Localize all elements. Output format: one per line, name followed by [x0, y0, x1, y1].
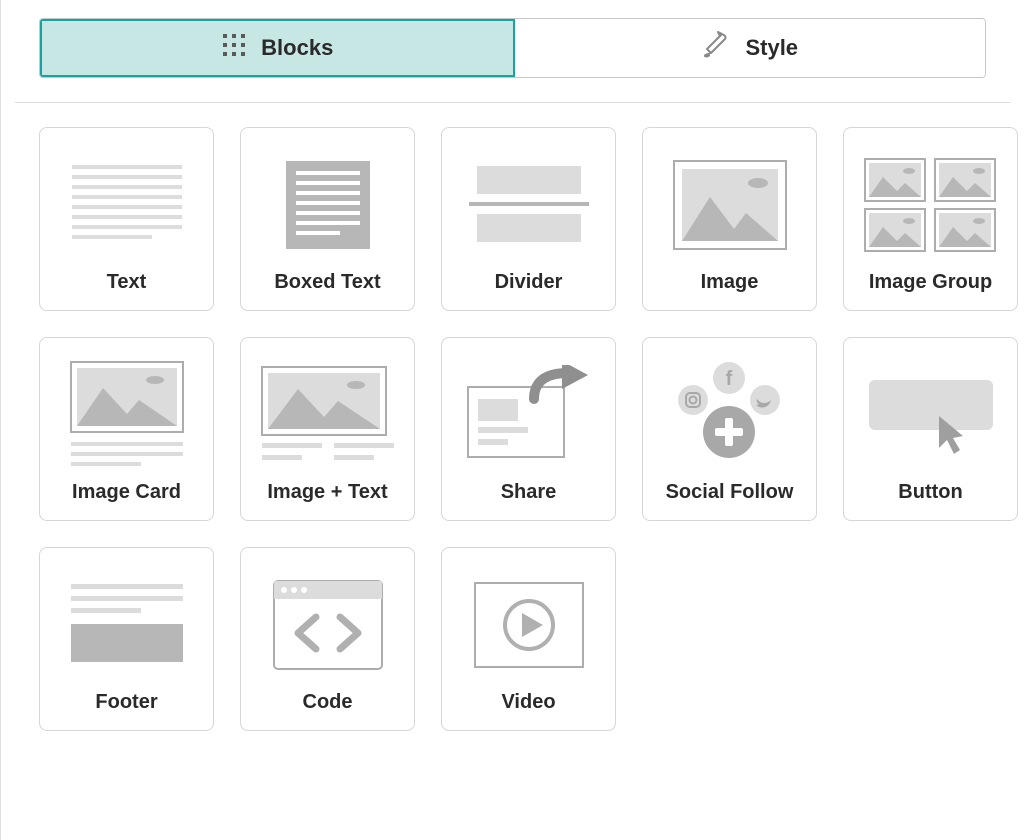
grid-dots-icon: [221, 32, 247, 64]
block-label: Image Group: [869, 265, 992, 310]
block-label: Divider: [495, 265, 563, 310]
blocks-panel: Blocks Style: [0, 0, 1024, 840]
block-text[interactable]: Text: [39, 127, 214, 311]
block-video[interactable]: Video: [441, 547, 616, 731]
block-code[interactable]: Code: [240, 547, 415, 731]
tab-blocks[interactable]: Blocks: [40, 19, 515, 77]
block-label: Social Follow: [666, 475, 794, 520]
svg-text:f: f: [725, 368, 732, 390]
tab-style[interactable]: Style: [515, 19, 986, 77]
tab-label: Style: [745, 35, 798, 61]
block-label: Code: [303, 685, 353, 730]
block-image-card[interactable]: Image Card: [39, 337, 214, 521]
block-footer[interactable]: Footer: [39, 547, 214, 731]
social-icons-icon: f: [665, 360, 795, 470]
block-boxed-text[interactable]: Boxed Text: [240, 127, 415, 311]
footer-icon: [67, 580, 187, 670]
block-image[interactable]: Image: [642, 127, 817, 311]
video-play-icon: [469, 575, 589, 675]
block-label: Button: [898, 475, 962, 520]
image-icon: [670, 157, 790, 253]
blocks-grid: Text Boxed Text: [15, 127, 1010, 731]
block-label: Image + Text: [267, 475, 387, 520]
image-card-icon: [67, 360, 187, 470]
block-label: Footer: [95, 685, 157, 730]
block-image-text[interactable]: Image + Text: [240, 337, 415, 521]
paintbrush-icon: [701, 31, 731, 65]
image-group-icon: [861, 155, 1001, 255]
image-plus-text-icon: [258, 365, 398, 465]
block-image-group[interactable]: Image Group: [843, 127, 1018, 311]
tab-label: Blocks: [261, 35, 333, 61]
block-social-follow[interactable]: f Social Follow: [642, 337, 817, 521]
tabbar: Blocks Style: [39, 18, 986, 78]
block-label: Share: [501, 475, 557, 520]
block-button[interactable]: Button: [843, 337, 1018, 521]
block-label: Boxed Text: [274, 265, 380, 310]
share-arrow-icon: [464, 365, 594, 465]
boxed-text-icon: [278, 155, 378, 255]
block-label: Image: [701, 265, 759, 310]
button-cursor-icon: [861, 370, 1001, 460]
block-share[interactable]: Share: [441, 337, 616, 521]
block-label: Image Card: [72, 475, 181, 520]
block-divider[interactable]: Divider: [441, 127, 616, 311]
divider-icon: [469, 160, 589, 250]
code-brackets-icon: [268, 575, 388, 675]
block-label: Text: [107, 265, 147, 310]
block-label: Video: [501, 685, 555, 730]
text-lines-icon: [72, 165, 182, 245]
divider-line: [15, 102, 1010, 103]
